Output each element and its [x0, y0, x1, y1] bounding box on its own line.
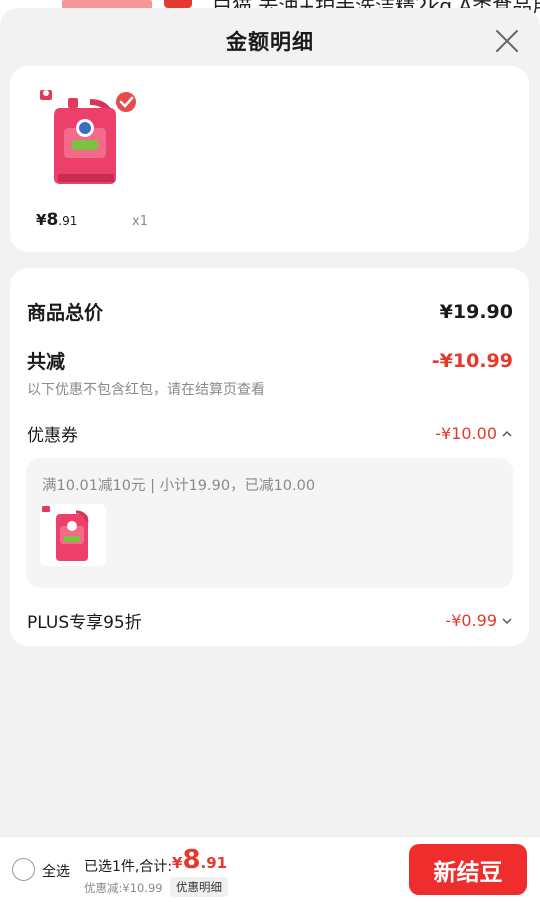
coupon-value-wrap: -¥10.00 — [435, 424, 513, 443]
coupon-product-thumbnail — [40, 504, 106, 566]
discount-detail-button[interactable]: 优惠明细 — [170, 877, 228, 897]
chevron-down-icon[interactable] — [501, 615, 513, 627]
product-price-int: 8 — [46, 210, 59, 230]
settle-button[interactable]: 新结豆 — [409, 844, 527, 895]
plus-value-wrap: -¥0.99 — [445, 611, 513, 630]
plus-row[interactable]: PLUS专享95折 -¥0.99 — [27, 608, 513, 633]
discount-note: 以下优惠不包含红包，请在结算页查看 — [27, 382, 265, 398]
total-label: 商品总价 — [27, 302, 104, 324]
checkout-total-symbol: ¥ — [172, 854, 183, 872]
coupon-value: -¥10.00 — [435, 424, 497, 443]
product-card: ¥8.91 x1 — [10, 66, 529, 252]
reduction-label: 共减 — [27, 351, 66, 373]
plus-value: -¥0.99 — [445, 611, 497, 630]
checkout-total-int: 8 — [182, 845, 201, 875]
checkout-total: ¥8.91 — [172, 845, 227, 875]
summary-card: 商品总价 ¥19.90 共减 -¥10.99 以下优惠不包含红包，请在结算页查看… — [10, 268, 529, 646]
select-all-label[interactable]: 全选 — [42, 861, 70, 881]
close-icon[interactable] — [494, 28, 520, 54]
reduction-row: 共减 -¥10.99 — [27, 347, 513, 374]
product-price-dec: .91 — [58, 214, 78, 228]
total-row: 商品总价 ¥19.90 — [27, 298, 513, 325]
product-quantity: x1 — [132, 214, 148, 229]
product-price: ¥8.91 — [36, 210, 77, 230]
coupon-label: 优惠券 — [27, 426, 78, 446]
total-value: ¥19.90 — [439, 300, 513, 323]
reduction-value: -¥10.99 — [431, 349, 513, 372]
sheet-title: 金额明细 — [226, 30, 314, 54]
product-price-symbol: ¥ — [36, 211, 47, 229]
plus-label: PLUS专享95折 — [27, 613, 142, 633]
background-tag — [164, 0, 192, 8]
select-all-checkbox[interactable] — [12, 858, 35, 881]
coupon-row[interactable]: 优惠券 -¥10.00 — [27, 421, 513, 446]
sheet-header: 金额明细 — [0, 8, 540, 74]
checkout-total-dec: .91 — [200, 854, 228, 872]
coupon-detail-text: 满10.01减10元 | 小计19.90，已减10.00 — [42, 478, 316, 494]
discount-amount-text: 优惠减:¥10.99 — [84, 881, 163, 895]
coupon-detail-box: 满10.01减10元 | 小计19.90，已减10.00 — [26, 458, 513, 588]
chevron-up-icon[interactable] — [501, 428, 513, 440]
selected-count-text: 已选1件,合计: — [84, 859, 173, 875]
dish-soap-bottle-image[interactable] — [38, 88, 142, 192]
checkout-bar: 全选 已选1件,合计: ¥8.91 优惠减:¥10.99 优惠明细 新结豆 — [0, 836, 540, 902]
